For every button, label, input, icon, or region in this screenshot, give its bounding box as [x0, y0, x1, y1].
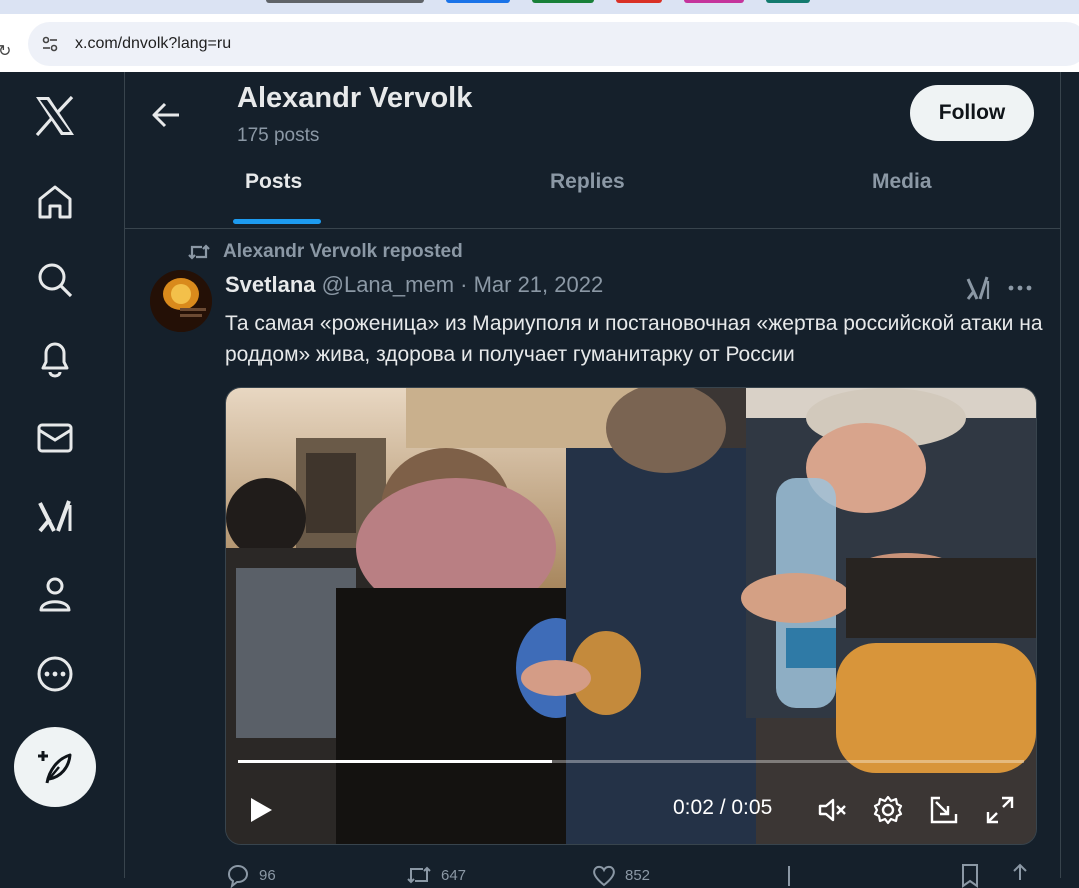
repost-icon	[188, 244, 210, 260]
x-app: Alexandr Vervolk 175 posts Follow Posts …	[0, 72, 1079, 888]
left-navigation	[0, 72, 125, 878]
browser-tab[interactable]	[446, 0, 510, 3]
x-logo-icon[interactable]	[31, 92, 79, 140]
share-button[interactable]	[1009, 862, 1031, 888]
mute-icon[interactable]	[816, 794, 848, 826]
active-tab-indicator	[233, 219, 321, 224]
settings-gear-icon[interactable]	[872, 794, 904, 826]
messages-envelope-icon[interactable]	[31, 414, 79, 462]
avatar[interactable]	[150, 270, 212, 332]
video-player[interactable]: 0:02 / 0:05	[225, 387, 1037, 845]
url-text: x.com/dnvolk?lang=ru	[75, 35, 232, 52]
back-arrow-icon[interactable]	[149, 98, 183, 132]
follow-button[interactable]: Follow	[910, 85, 1034, 141]
views-icon	[788, 866, 790, 886]
repost-indicator: Alexandr Vervolk reposted	[187, 240, 463, 264]
tweet-more-icon[interactable]	[1007, 283, 1033, 293]
heart-icon	[593, 865, 615, 887]
browser-reload-icon[interactable]: ↻	[0, 44, 11, 60]
tab-media[interactable]: Media	[872, 170, 932, 194]
like-button[interactable]: 852	[591, 862, 650, 888]
browser-toolbar: ↻ x.com/dnvolk?lang=ru	[0, 14, 1079, 72]
profile-header: Alexandr Vervolk 175 posts Follow Posts …	[125, 72, 1060, 229]
post-count: 175 posts	[237, 125, 320, 146]
reply-icon	[228, 865, 248, 888]
browser-tab[interactable]	[684, 0, 744, 3]
share-icon	[1013, 863, 1027, 880]
repost-button[interactable]: 647	[405, 862, 466, 888]
tweet-actions: 96 647 852	[225, 862, 1035, 888]
reply-button[interactable]: 96	[225, 862, 276, 888]
reply-count: 96	[259, 866, 276, 884]
notifications-bell-icon[interactable]	[31, 334, 79, 382]
video-progress-fill	[238, 760, 552, 763]
browser-tab[interactable]	[766, 0, 810, 3]
profile-name: Alexandr Vervolk	[237, 82, 473, 114]
search-icon[interactable]	[31, 256, 79, 304]
main-column: Alexandr Vervolk 175 posts Follow Posts …	[125, 72, 1061, 888]
browser-tab-strip	[0, 0, 1079, 14]
tweet-header: Svetlana @Lana_mem · Mar 21, 2022	[225, 272, 603, 298]
tab-posts[interactable]: Posts	[245, 170, 302, 194]
views-button[interactable]	[777, 862, 801, 888]
like-count: 852	[625, 866, 651, 884]
fullscreen-icon[interactable]	[984, 794, 1016, 826]
more-options-icon[interactable]	[31, 650, 79, 698]
tab-replies[interactable]: Replies	[550, 170, 625, 194]
browser-tab[interactable]	[266, 0, 424, 3]
video-frame	[226, 388, 1036, 844]
compose-post-button[interactable]	[14, 727, 96, 807]
browser-tab[interactable]	[616, 0, 662, 3]
bookmark-button[interactable]	[959, 862, 981, 888]
repost-label: Alexandr Vervolk reposted	[223, 241, 463, 262]
picture-in-picture-icon[interactable]	[928, 794, 960, 826]
repost-count: 647	[441, 866, 467, 884]
browser-tab[interactable]	[532, 0, 594, 3]
tweet-text: Та самая «роженица» из Мариуполя и поста…	[225, 312, 1043, 366]
feather-plus-icon	[38, 751, 72, 784]
site-settings-icon[interactable]	[40, 34, 60, 54]
repost-action-icon	[407, 866, 431, 884]
profile-person-icon[interactable]	[31, 570, 79, 618]
tweet-handle-date[interactable]: @Lana_mem · Mar 21, 2022	[322, 272, 604, 297]
tweet-author[interactable]: Svetlana	[225, 272, 316, 297]
address-bar[interactable]: x.com/dnvolk?lang=ru	[28, 22, 1079, 66]
grok-explain-icon[interactable]	[965, 275, 991, 301]
play-icon[interactable]	[248, 796, 274, 824]
bookmark-icon	[962, 864, 978, 888]
video-time: 0:02 / 0:05	[673, 796, 773, 819]
grok-icon[interactable]	[31, 492, 79, 540]
home-icon[interactable]	[31, 178, 79, 226]
